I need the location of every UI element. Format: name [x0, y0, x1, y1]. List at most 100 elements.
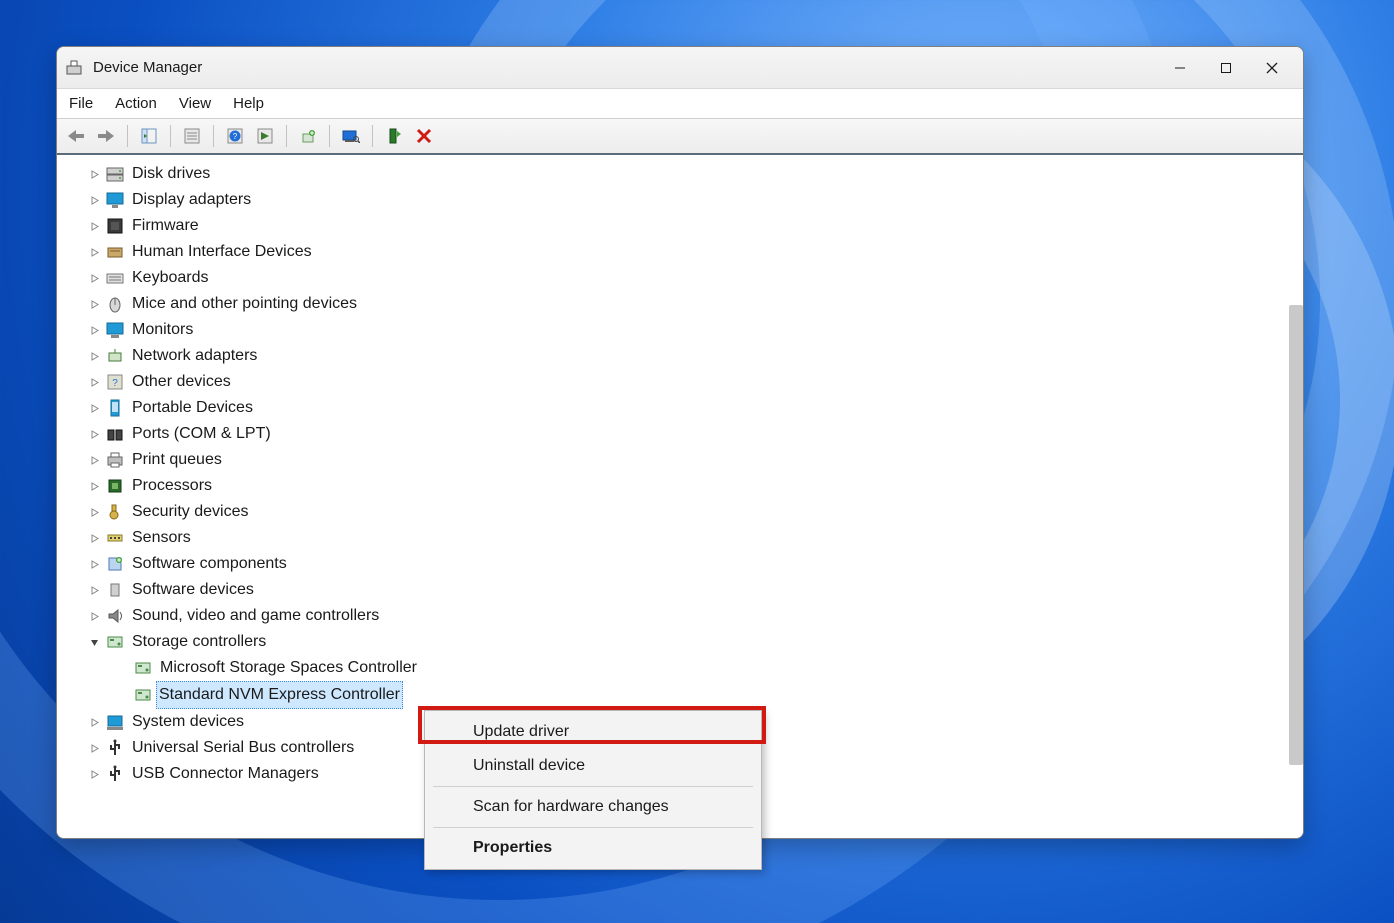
tree-item[interactable]: Monitors — [85, 317, 1303, 343]
show-hidden-button[interactable] — [252, 123, 278, 149]
device-tree: Disk drivesDisplay adaptersFirmwareHuman… — [57, 155, 1303, 799]
chevron-right-icon[interactable] — [85, 534, 103, 543]
chevron-right-icon[interactable] — [85, 404, 103, 413]
tree-item-label: Standard NVM Express Controller — [156, 681, 403, 709]
menu-view[interactable]: View — [179, 91, 223, 116]
tree-item[interactable]: Portable Devices — [85, 395, 1303, 421]
tree-item[interactable]: Firmware — [85, 213, 1303, 239]
menu-file[interactable]: File — [67, 91, 105, 116]
tree-item[interactable]: Microsoft Storage Spaces Controller — [113, 655, 1303, 681]
context-menu-item[interactable]: Uninstall device — [427, 749, 759, 783]
tree-item[interactable]: Keyboards — [85, 265, 1303, 291]
chevron-right-icon[interactable] — [85, 378, 103, 387]
tree-item[interactable]: Standard NVM Express Controller — [113, 681, 1303, 709]
tree-item[interactable]: Ports (COM & LPT) — [85, 421, 1303, 447]
menu-help[interactable]: Help — [233, 91, 276, 116]
cpu-icon — [105, 476, 125, 496]
tree-item[interactable]: Network adapters — [85, 343, 1303, 369]
tree-item[interactable]: Display adapters — [85, 187, 1303, 213]
titlebar[interactable]: Device Manager — [57, 47, 1303, 89]
chevron-right-icon[interactable] — [85, 170, 103, 179]
tree-item-label: Network adapters — [131, 343, 258, 369]
portable-icon — [105, 398, 125, 418]
storage-icon — [105, 632, 125, 652]
context-menu-item[interactable]: Properties — [427, 831, 759, 865]
show-hide-tree-button[interactable] — [136, 123, 162, 149]
help-button[interactable]: ? — [222, 123, 248, 149]
tree-item[interactable]: Mice and other pointing devices — [85, 291, 1303, 317]
chevron-right-icon[interactable] — [85, 482, 103, 491]
chevron-right-icon[interactable] — [85, 300, 103, 309]
sensor-icon — [105, 528, 125, 548]
printer-icon — [105, 450, 125, 470]
keyboard-icon — [105, 268, 125, 288]
uninstall-device-button[interactable] — [411, 123, 437, 149]
properties-button[interactable] — [179, 123, 205, 149]
tree-item-label: Microsoft Storage Spaces Controller — [159, 655, 418, 681]
hid-icon — [105, 242, 125, 262]
tree-item[interactable]: Human Interface Devices — [85, 239, 1303, 265]
tree-item[interactable]: ?Other devices — [85, 369, 1303, 395]
sound-icon — [105, 606, 125, 626]
tree-item-label: Firmware — [131, 213, 200, 239]
chevron-right-icon[interactable] — [85, 222, 103, 231]
back-button[interactable] — [63, 123, 89, 149]
menu-action[interactable]: Action — [115, 91, 169, 116]
tree-item[interactable]: Software devices — [85, 577, 1303, 603]
tree-item[interactable]: Security devices — [85, 499, 1303, 525]
context-menu-item[interactable]: Update driver — [427, 715, 759, 749]
storage-icon — [133, 685, 153, 705]
tree-item-label: USB Connector Managers — [131, 761, 320, 787]
context-menu: Update driverUninstall device Scan for ha… — [424, 710, 762, 870]
tree-item-label: Other devices — [131, 369, 232, 395]
scan-hardware-button[interactable] — [338, 123, 364, 149]
close-button[interactable] — [1249, 52, 1295, 84]
tree-item-label: Ports (COM & LPT) — [131, 421, 272, 447]
menubar: File Action View Help — [57, 89, 1303, 119]
chevron-down-icon[interactable] — [85, 638, 103, 647]
tree-item-label: Software components — [131, 551, 288, 577]
chevron-right-icon[interactable] — [85, 586, 103, 595]
chevron-right-icon[interactable] — [85, 248, 103, 257]
chevron-right-icon[interactable] — [85, 196, 103, 205]
chevron-right-icon[interactable] — [85, 508, 103, 517]
update-driver-button[interactable] — [295, 123, 321, 149]
tree-item[interactable]: Print queues — [85, 447, 1303, 473]
tree-item-label: Keyboards — [131, 265, 210, 291]
context-menu-item[interactable]: Scan for hardware changes — [427, 790, 759, 824]
chevron-right-icon[interactable] — [85, 430, 103, 439]
tree-item-label: Human Interface Devices — [131, 239, 313, 265]
tree-item-label: Universal Serial Bus controllers — [131, 735, 355, 761]
tree-item[interactable]: Software components — [85, 551, 1303, 577]
storage-icon — [133, 658, 153, 678]
tree-item-label: Mice and other pointing devices — [131, 291, 358, 317]
display-icon — [105, 190, 125, 210]
tree-item[interactable]: Sensors — [85, 525, 1303, 551]
app-icon — [65, 59, 83, 77]
tree-item[interactable]: Disk drives — [85, 161, 1303, 187]
enable-device-button[interactable] — [381, 123, 407, 149]
chevron-right-icon[interactable] — [85, 612, 103, 621]
vertical-scrollbar[interactable] — [1289, 305, 1303, 765]
tree-item-label: Processors — [131, 473, 213, 499]
chevron-right-icon[interactable] — [85, 744, 103, 753]
tree-item-label: Sensors — [131, 525, 192, 551]
tree-item-label: Monitors — [131, 317, 194, 343]
maximize-button[interactable] — [1203, 52, 1249, 84]
chevron-right-icon[interactable] — [85, 718, 103, 727]
tree-item[interactable]: Storage controllers — [85, 629, 1303, 655]
window-title: Device Manager — [93, 59, 202, 76]
forward-button[interactable] — [93, 123, 119, 149]
chevron-right-icon[interactable] — [85, 456, 103, 465]
tree-item[interactable]: Processors — [85, 473, 1303, 499]
tree-item-label: Portable Devices — [131, 395, 254, 421]
chevron-right-icon[interactable] — [85, 352, 103, 361]
chevron-right-icon[interactable] — [85, 274, 103, 283]
chevron-right-icon[interactable] — [85, 326, 103, 335]
usb-icon — [105, 738, 125, 758]
security-icon — [105, 502, 125, 522]
chevron-right-icon[interactable] — [85, 560, 103, 569]
chevron-right-icon[interactable] — [85, 770, 103, 779]
minimize-button[interactable] — [1157, 52, 1203, 84]
tree-item[interactable]: Sound, video and game controllers — [85, 603, 1303, 629]
